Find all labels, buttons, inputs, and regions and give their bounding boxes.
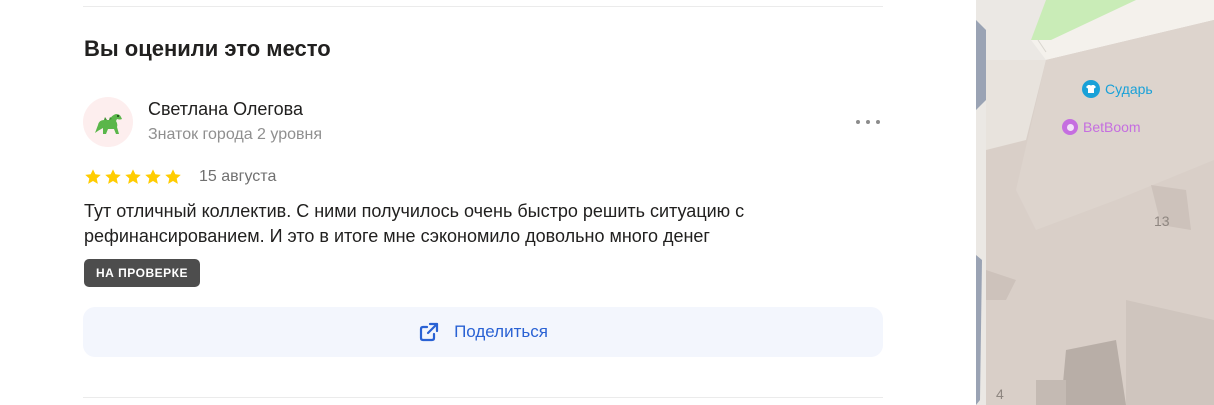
- dot-icon: [866, 120, 870, 124]
- dinosaur-icon: [95, 114, 122, 134]
- dot-icon: [856, 120, 860, 124]
- map-place-betboom[interactable]: BetBoom: [1062, 119, 1141, 135]
- review-text: Тут отличный коллектив. С ними получилос…: [84, 201, 745, 246]
- star-icon: [145, 169, 161, 184]
- author-name[interactable]: Светлана Олегова: [148, 99, 303, 120]
- star-icon: [85, 169, 101, 184]
- star-icon: [165, 169, 181, 184]
- review-date: 15 августа: [199, 168, 277, 185]
- map-place-sudar[interactable]: Сударь: [1082, 80, 1153, 98]
- divider: [83, 6, 883, 7]
- section-title: Вы оценили это место: [84, 36, 331, 61]
- share-icon: [419, 322, 439, 342]
- author-level: Знаток города 2 уровня: [148, 126, 323, 143]
- circle-icon: [1062, 119, 1078, 135]
- more-options-button[interactable]: [852, 114, 884, 130]
- clothing-icon: [1082, 80, 1100, 98]
- map-place-label: BetBoom: [1083, 119, 1141, 135]
- star-icon: [125, 169, 141, 184]
- building-number: 13: [1154, 213, 1170, 229]
- avatar[interactable]: [83, 97, 133, 147]
- divider: [83, 397, 883, 398]
- rating-stars: [84, 168, 182, 186]
- share-label: Поделиться: [454, 322, 548, 341]
- map-place-label: Сударь: [1105, 81, 1153, 97]
- status-badge: НА ПРОВЕРКЕ: [84, 259, 200, 287]
- dot-icon: [876, 120, 880, 124]
- review-panel: Вы оценили это место Светлана Олегова Зн…: [0, 0, 976, 405]
- map[interactable]: Сударь BetBoom 13 4: [976, 0, 1214, 405]
- star-icon: [105, 169, 121, 184]
- map-canvas: [976, 0, 1214, 405]
- building-number: 4: [996, 386, 1004, 402]
- share-button[interactable]: Поделиться: [83, 307, 883, 357]
